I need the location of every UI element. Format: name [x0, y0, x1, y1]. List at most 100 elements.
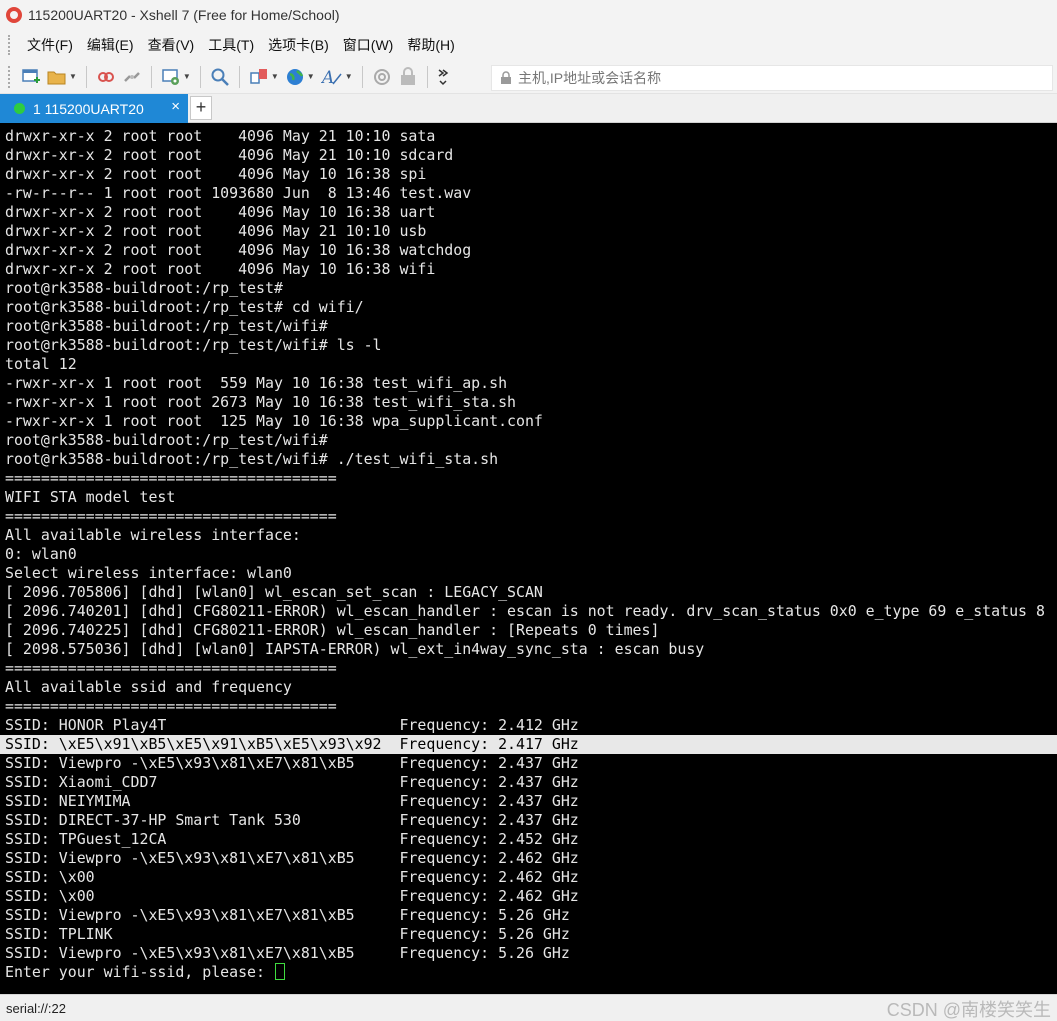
- new-tab-button[interactable]: +: [190, 96, 212, 120]
- menu-tools[interactable]: 工具(T): [201, 30, 261, 60]
- terminal-line: drwxr-xr-x 2 root root 4096 May 10 16:38…: [5, 260, 436, 278]
- terminal-line: -rwxr-xr-x 1 root root 2673 May 10 16:38…: [5, 393, 517, 411]
- font-button[interactable]: A ▼: [318, 64, 356, 90]
- lock-icon: [400, 66, 415, 85]
- find-button[interactable]: [207, 64, 233, 90]
- terminal-line: drwxr-xr-x 2 root root 4096 May 21 10:10…: [5, 127, 436, 145]
- search-icon: [211, 68, 229, 86]
- terminal-line: SSID: Viewpro -\xE5\x93\x81\xE7\x81\xB5 …: [5, 849, 579, 867]
- toolbar-separator: [238, 65, 240, 88]
- lock-button[interactable]: [395, 64, 421, 90]
- terminal-line: drwxr-xr-x 2 root root 4096 May 10 16:38…: [5, 241, 472, 259]
- chevron-down-icon: ▼: [69, 72, 77, 81]
- xshell-logo-icon: [6, 7, 22, 23]
- terminal-line: SSID: HONOR Play4T Frequency: 2.412 GHz: [5, 716, 579, 734]
- terminal-line: SSID: TPLINK Frequency: 5.26 GHz: [5, 925, 570, 943]
- new-session-button[interactable]: [18, 64, 44, 90]
- title-bar: 115200UART20 - Xshell 7 (Free for Home/S…: [0, 0, 1057, 30]
- chevron-down-icon: ▼: [270, 72, 279, 81]
- transfer-icon: [250, 68, 267, 84]
- terminal-line: [ 2098.575036] [dhd] [wlan0] IAPSTA-ERRO…: [5, 640, 705, 658]
- terminal-line: -rwxr-xr-x 1 root root 559 May 10 16:38 …: [5, 374, 508, 392]
- terminal-line: =====================================: [5, 469, 337, 487]
- disconnect-button[interactable]: [119, 64, 145, 90]
- terminal-line: [ 2096.740225] [dhd] CFG80211-ERROR) wl_…: [5, 621, 660, 639]
- chevron-down-icon: ▼: [182, 72, 191, 81]
- terminal-line: [ 2096.705806] [dhd] [wlan0] wl_escan_se…: [5, 583, 543, 601]
- terminal-line: SSID: \x00 Frequency: 2.462 GHz: [5, 868, 579, 886]
- close-icon[interactable]: ×: [171, 98, 180, 115]
- terminal-line: SSID: TPGuest_12CA Frequency: 2.452 GHz: [5, 830, 579, 848]
- watermark: CSDN @南楼笑笑生: [886, 1000, 1051, 1020]
- terminal-line: =====================================: [5, 507, 337, 525]
- terminal-line: SSID: Xiaomi_CDD7 Frequency: 2.437 GHz: [5, 773, 579, 791]
- terminal-line: SSID: \x00 Frequency: 2.462 GHz: [5, 887, 579, 905]
- terminal-line: [ 2096.740201] [dhd] CFG80211-ERROR) wl_…: [5, 602, 1045, 620]
- menu-grip: [8, 35, 12, 55]
- open-folder-button[interactable]: ▼: [44, 64, 80, 90]
- host-address-input[interactable]: [518, 70, 1038, 86]
- terminal-line: SSID: Viewpro -\xE5\x93\x81\xE7\x81\xB5 …: [5, 906, 570, 924]
- reconnect-icon: [97, 71, 114, 82]
- menu-tabs[interactable]: 选项卡(B): [261, 30, 336, 60]
- terminal-output[interactable]: drwxr-xr-x 2 root root 4096 May 21 10:10…: [0, 123, 1057, 994]
- terminal-line: Select wireless interface: wlan0: [5, 564, 292, 582]
- svg-text:A: A: [321, 68, 334, 87]
- overflow-button[interactable]: [434, 64, 452, 90]
- terminal-line: 0: wlan0: [5, 545, 77, 563]
- swirl-icon: [373, 68, 390, 85]
- terminal-line: SSID: NEIYMIMA Frequency: 2.437 GHz: [5, 792, 579, 810]
- terminal-cursor: [274, 963, 285, 980]
- terminal-line: =====================================: [5, 697, 337, 715]
- disconnect-icon: [124, 71, 140, 82]
- toolbar-separator: [426, 65, 428, 88]
- menu-window[interactable]: 窗口(W): [336, 30, 401, 60]
- terminal-line: root@rk3588-buildroot:/rp_test/wifi# ls …: [5, 336, 382, 354]
- transfer-button[interactable]: ▼: [246, 64, 282, 90]
- gear-icon: [162, 68, 179, 85]
- terminal-line: -rw-r--r-- 1 root root 1093680 Jun 8 13:…: [5, 184, 472, 202]
- menu-file[interactable]: 文件(F): [20, 30, 80, 60]
- terminal-line: -rwxr-xr-x 1 root root 125 May 10 16:38 …: [5, 412, 543, 430]
- chevron-down-icon: ▼: [344, 72, 353, 81]
- reconnect-button[interactable]: [93, 64, 119, 90]
- menu-edit[interactable]: 编辑(E): [80, 30, 141, 60]
- terminal-line: root@rk3588-buildroot:/rp_test# cd wifi/: [5, 298, 364, 316]
- connected-status-icon: [14, 103, 25, 114]
- connection-address: serial://:22: [6, 1000, 66, 1016]
- toolbar-grip: [8, 65, 12, 88]
- terminal-line: drwxr-xr-x 2 root root 4096 May 21 10:10…: [5, 222, 427, 240]
- terminal-line: root@rk3588-buildroot:/rp_test#: [5, 279, 283, 297]
- window-title: 115200UART20 - Xshell 7 (Free for Home/S…: [28, 7, 340, 23]
- chevron-down-icon: ▼: [306, 72, 315, 81]
- terminal-line: SSID: Viewpro -\xE5\x93\x81\xE7\x81\xB5 …: [5, 944, 570, 962]
- terminal-line: root@rk3588-buildroot:/rp_test/wifi#: [5, 431, 328, 449]
- globe-button[interactable]: ▼: [282, 64, 318, 90]
- toolbar-separator: [150, 65, 152, 88]
- properties-button[interactable]: ▼: [158, 64, 194, 90]
- lock-icon: [501, 71, 511, 84]
- terminal-line: drwxr-xr-x 2 root root 4096 May 21 10:10…: [5, 146, 454, 164]
- toolbar-separator: [85, 65, 87, 88]
- terminal-line: SSID: DIRECT-37-HP Smart Tank 530 Freque…: [5, 811, 579, 829]
- terminal-line: Enter your wifi-ssid, please:: [0, 963, 1057, 982]
- menu-view[interactable]: 查看(V): [141, 30, 202, 60]
- terminal-line: WIFI STA model test: [5, 488, 176, 506]
- terminal-line: root@rk3588-buildroot:/rp_test/wifi#: [5, 317, 328, 335]
- terminal-line: total 12: [5, 355, 77, 373]
- script-button[interactable]: [369, 64, 395, 90]
- tab-bar: 1 115200UART20 × +: [0, 94, 1057, 123]
- menu-help[interactable]: 帮助(H): [400, 30, 461, 60]
- tab-session[interactable]: 1 115200UART20 ×: [0, 94, 188, 123]
- toolbar-separator: [199, 65, 201, 88]
- terminal-line: All available wireless interface:: [5, 526, 301, 544]
- new-session-icon: [22, 68, 40, 83]
- tab-label: 1 115200UART20: [33, 100, 144, 117]
- toolbar-separator: [361, 65, 363, 88]
- globe-icon: [286, 68, 303, 85]
- folder-icon: [47, 71, 66, 84]
- menu-bar: 文件(F) 编辑(E) 查看(V) 工具(T) 选项卡(B) 窗口(W) 帮助(…: [0, 30, 1057, 60]
- terminal-line: All available ssid and frequency: [5, 678, 292, 696]
- address-bar: [491, 65, 1053, 91]
- terminal-line: drwxr-xr-x 2 root root 4096 May 10 16:38…: [5, 165, 427, 183]
